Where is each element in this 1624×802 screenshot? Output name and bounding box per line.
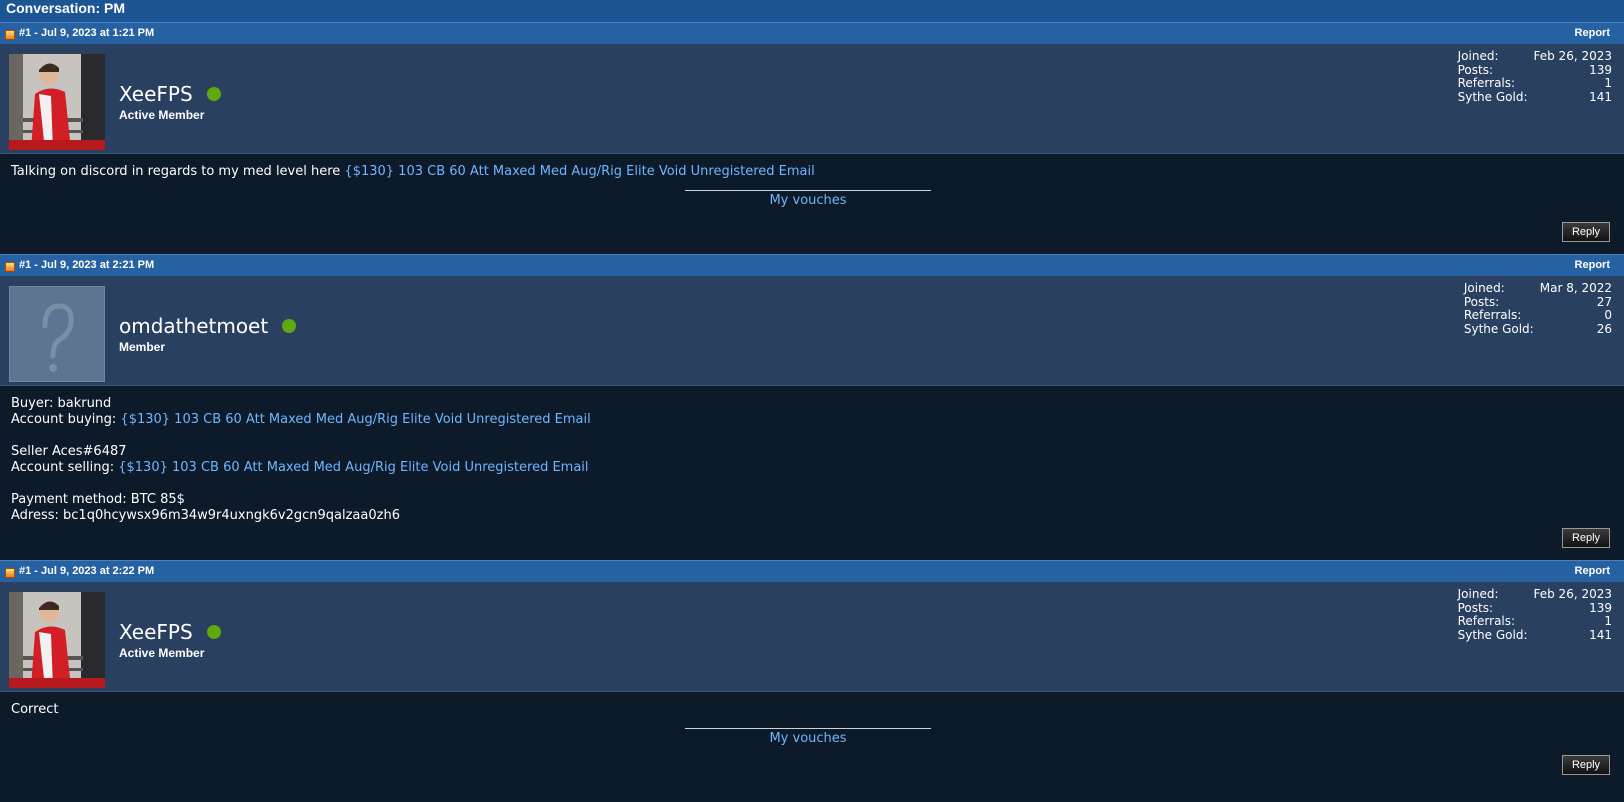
posts-label: Posts:: [1457, 62, 1494, 77]
user-info-bar: XeeFPS Active Member Joined: Feb 26, 2023…: [0, 44, 1624, 154]
account-selling-link[interactable]: {$130} 103 CB 60 Att Maxed Med Aug/Rig E…: [118, 460, 588, 475]
online-indicator-icon: [282, 318, 297, 333]
conversation-title: Conversation: PM: [0, 0, 1624, 22]
buyer-line: Buyer: bakrund: [11, 396, 112, 411]
post-icon: [5, 568, 15, 578]
report-link[interactable]: Report: [1575, 255, 1610, 276]
message-plain: Talking on discord in regards to my med …: [11, 164, 345, 179]
message-text: Talking on discord in regards to my med …: [11, 164, 1613, 180]
post-date: #1 - Jul 9, 2023 at 2:21 PM: [19, 259, 155, 271]
referrals-value: 1: [1604, 614, 1612, 628]
post-body: Buyer: bakrund Account buying: {$130} 10…: [0, 386, 1624, 560]
online-indicator-icon: [206, 624, 221, 639]
username-text[interactable]: XeeFPS: [119, 82, 193, 106]
signature-divider: [685, 190, 931, 191]
posts-label: Posts:: [1457, 600, 1494, 615]
reply-button[interactable]: Reply: [1562, 222, 1610, 242]
post-icon: [5, 30, 15, 40]
username-text[interactable]: omdathetmoet: [119, 314, 268, 338]
referrals-label: Referrals:: [1457, 76, 1516, 90]
avatar[interactable]: [9, 54, 105, 150]
joined-value: Mar 8, 2022: [1539, 281, 1612, 295]
user-rank: Active Member: [119, 108, 205, 122]
payment-line: Payment method: BTC 85$: [11, 492, 185, 507]
gold-value: 141: [1589, 89, 1612, 104]
username[interactable]: XeeFPS: [119, 82, 221, 106]
gold-value: 141: [1589, 627, 1612, 642]
report-link[interactable]: Report: [1575, 23, 1610, 44]
referrals-label: Referrals:: [1463, 308, 1522, 322]
signature: My vouches: [11, 190, 1613, 209]
user-rank: Active Member: [119, 646, 205, 660]
message-text: Correct: [11, 702, 59, 717]
joined-value: Feb 26, 2023: [1533, 587, 1613, 601]
reply-button[interactable]: Reply: [1562, 755, 1610, 775]
gold-value: 26: [1596, 321, 1612, 336]
user-stats: Joined: Feb 26, 2023 Posts: 139 Referrals:…: [1457, 587, 1613, 642]
username[interactable]: omdathetmoet: [119, 314, 297, 338]
username-text[interactable]: XeeFPS: [119, 620, 193, 644]
referrals-value: 1: [1604, 76, 1612, 90]
referrals-label: Referrals:: [1457, 614, 1516, 628]
online-indicator-icon: [206, 86, 221, 101]
seller-line: Seller Aces#6487: [11, 444, 127, 459]
reply-button[interactable]: Reply: [1562, 528, 1610, 548]
posts-label: Posts:: [1463, 294, 1500, 309]
post-header: #1 - Jul 9, 2023 at 2:22 PM Report: [0, 560, 1624, 582]
post-icon: [5, 262, 15, 272]
user-stats: Joined: Feb 26, 2023 Posts: 139 Referrals:…: [1457, 49, 1613, 104]
posts-value: 139: [1589, 62, 1612, 77]
report-link[interactable]: Report: [1575, 561, 1610, 582]
post: #1 - Jul 9, 2023 at 2:22 PM Report XeeFP…: [0, 560, 1624, 787]
gold-label: Sythe Gold:: [1463, 321, 1534, 336]
avatar[interactable]: [9, 592, 105, 688]
post-body: Talking on discord in regards to my med …: [0, 154, 1624, 254]
gold-label: Sythe Gold:: [1457, 627, 1528, 642]
post-header: #1 - Jul 9, 2023 at 1:21 PM Report: [0, 22, 1624, 44]
thread-link[interactable]: {$130} 103 CB 60 Att Maxed Med Aug/Rig E…: [344, 164, 814, 179]
account-selling-label: Account selling:: [11, 460, 119, 475]
signature-divider: [685, 728, 931, 729]
account-buying-link[interactable]: {$130} 103 CB 60 Att Maxed Med Aug/Rig E…: [120, 412, 590, 427]
signature: My vouches: [11, 728, 1613, 747]
post-body: Correct My vouches Reply: [0, 692, 1624, 787]
gold-label: Sythe Gold:: [1457, 89, 1528, 104]
username[interactable]: XeeFPS: [119, 620, 221, 644]
address-line: Adress: bc1q0hcywsx96m34w9r4uxngk6v2gcn9…: [11, 508, 400, 523]
post-date: #1 - Jul 9, 2023 at 1:21 PM: [19, 27, 155, 39]
user-info-bar: XeeFPS Active Member Joined: Feb 26, 2023…: [0, 582, 1624, 692]
joined-value: Feb 26, 2023: [1533, 49, 1613, 63]
referrals-value: 0: [1604, 308, 1612, 322]
joined-label: Joined:: [1463, 281, 1505, 295]
user-rank: Member: [119, 340, 166, 354]
joined-label: Joined:: [1457, 49, 1499, 63]
vouches-link[interactable]: My vouches: [769, 193, 846, 208]
account-buying-line: Account buying: {$130} 103 CB 60 Att Max…: [11, 412, 1613, 428]
vouches-link[interactable]: My vouches: [769, 731, 846, 746]
posts-value: 139: [1589, 600, 1612, 615]
account-selling-line: Account selling: {$130} 103 CB 60 Att Ma…: [11, 460, 1613, 476]
avatar[interactable]: [9, 286, 105, 382]
post: #1 - Jul 9, 2023 at 2:21 PM Report omdat…: [0, 254, 1624, 560]
posts-value: 27: [1596, 294, 1612, 309]
joined-label: Joined:: [1457, 587, 1499, 601]
user-stats: Joined: Mar 8, 2022 Posts: 27 Referrals: 0 …: [1463, 281, 1612, 336]
post: #1 - Jul 9, 2023 at 1:21 PM Report XeeFP…: [0, 22, 1624, 254]
user-info-bar: omdathetmoet Member Joined: Mar 8, 2022 P…: [0, 276, 1624, 386]
account-buying-label: Account buying:: [11, 412, 121, 427]
post-date: #1 - Jul 9, 2023 at 2:22 PM: [19, 565, 155, 577]
post-header: #1 - Jul 9, 2023 at 2:21 PM Report: [0, 254, 1624, 276]
